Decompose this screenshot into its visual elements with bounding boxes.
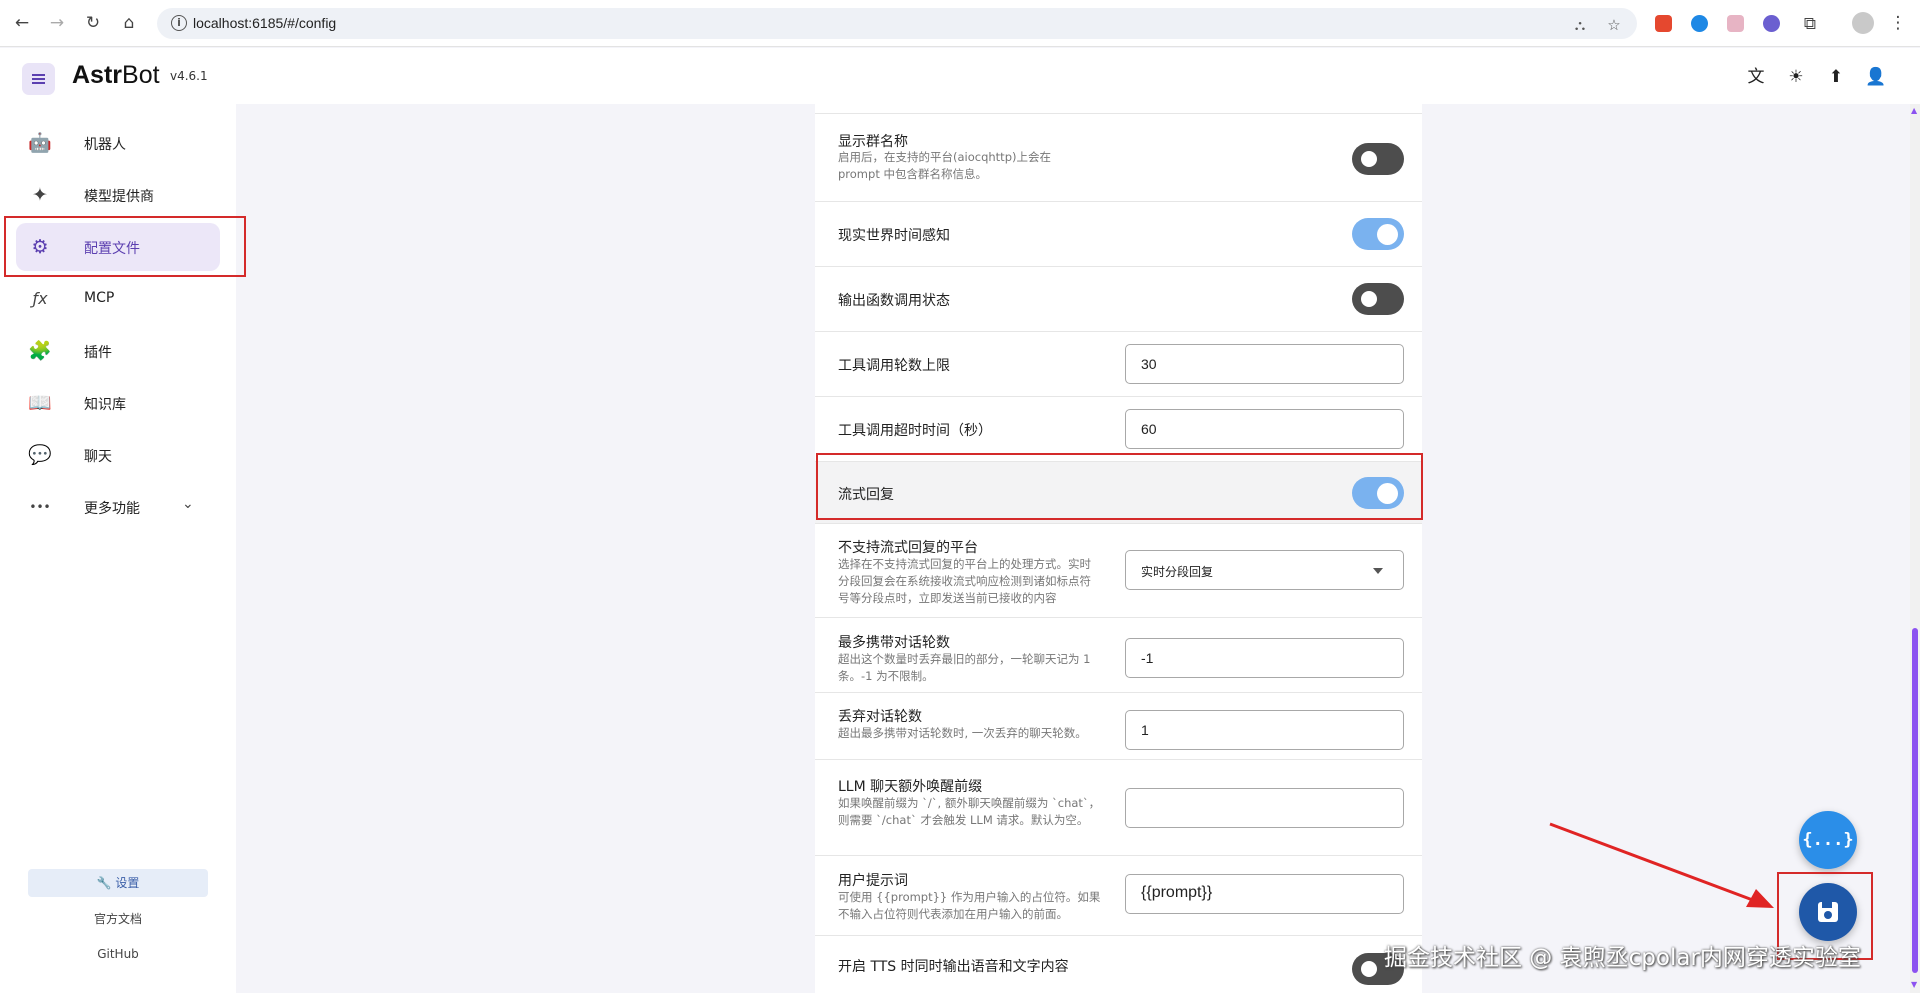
json-editor-button[interactable]: {...} (1799, 811, 1857, 869)
watermark-text: 掘金技术社区 @ 袁煦丞cpolar内网穿透实验室 (1384, 945, 1861, 971)
annotation-arrow (1549, 822, 1774, 908)
